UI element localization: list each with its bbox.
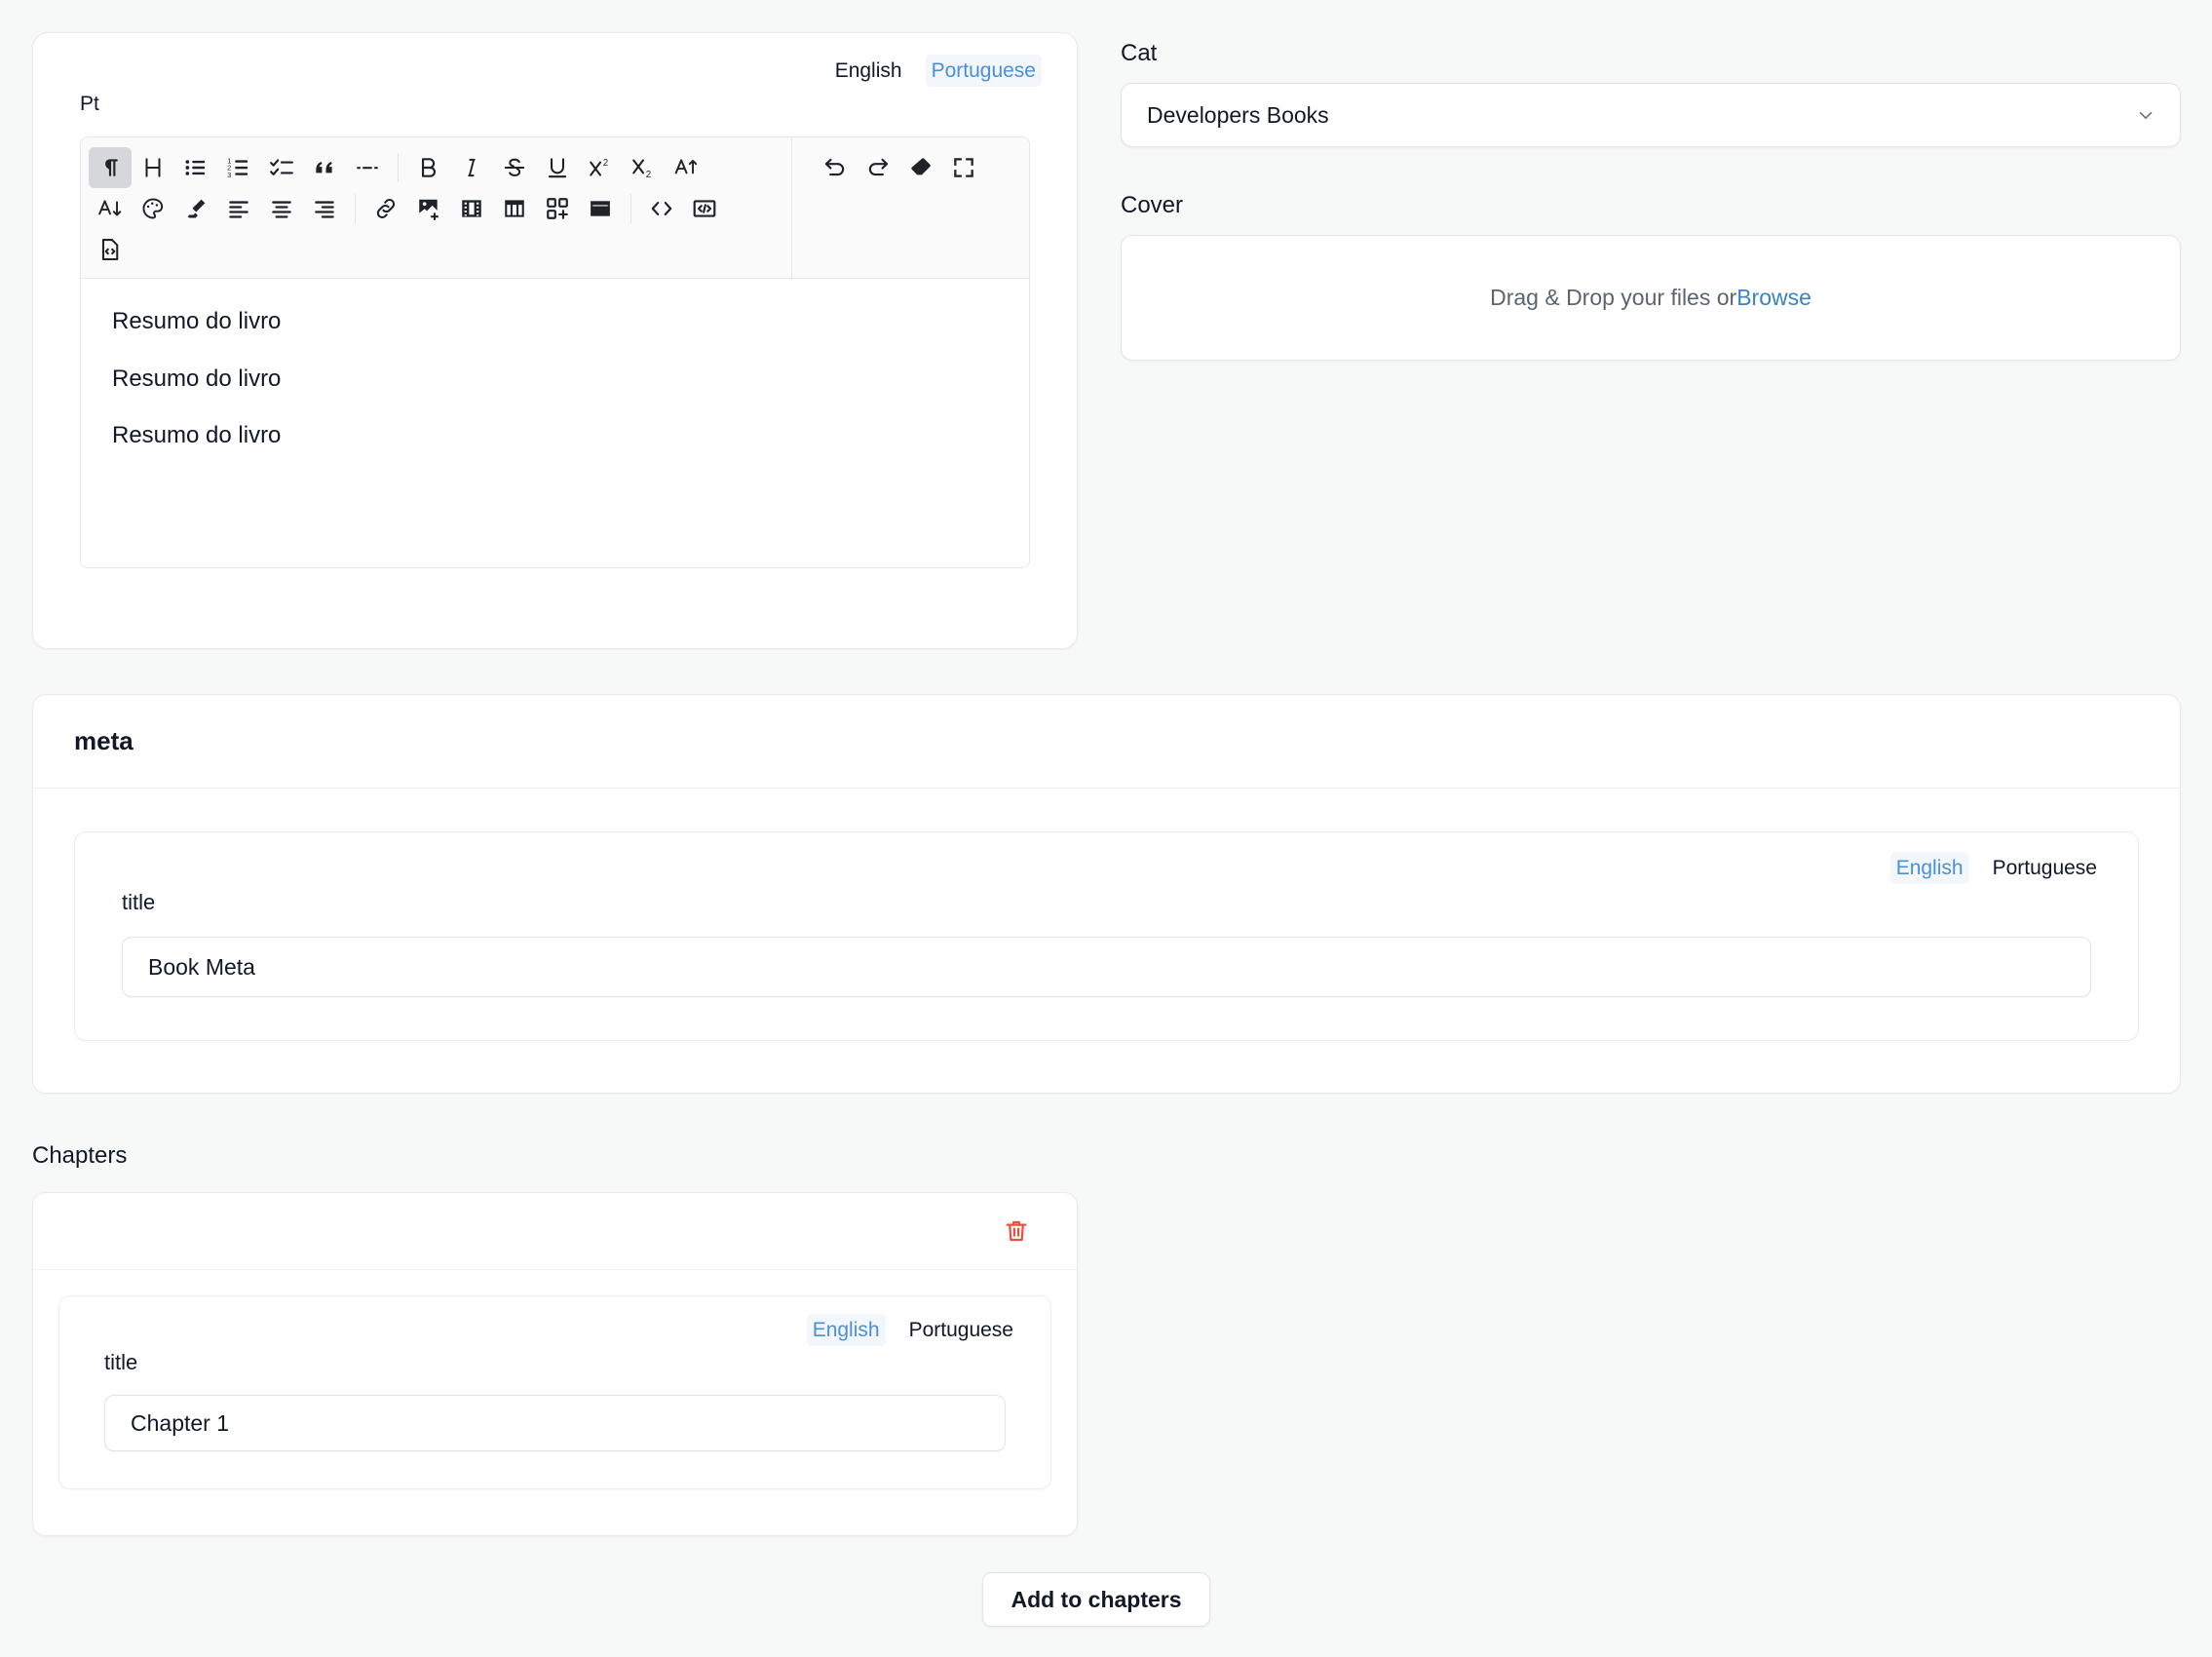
- sidebar-fields: Cat Developers Books Cover Drag & Drop y…: [1121, 32, 2181, 361]
- editor-content-area[interactable]: Resumo do livro Resumo do livro Resumo d…: [81, 279, 1029, 568]
- editor-toolbar-main-group: 123 2 2: [81, 137, 792, 279]
- summary-lang-tab-english[interactable]: English: [829, 55, 908, 87]
- strikethrough-icon[interactable]: [493, 147, 536, 188]
- bullet-list-icon[interactable]: [174, 147, 217, 188]
- meta-lang-tab-english[interactable]: English: [1889, 852, 1969, 885]
- meta-section-card: meta English Portuguese title Book Meta: [32, 694, 2181, 1094]
- meta-section-header: meta: [33, 695, 2180, 789]
- italic-icon[interactable]: [450, 147, 493, 188]
- meta-field-group: English Portuguese title Book Meta: [74, 831, 2139, 1042]
- meta-section-title: meta: [74, 726, 133, 755]
- paragraph-icon[interactable]: [89, 147, 132, 189]
- chapter-lang-tab-english[interactable]: English: [806, 1314, 886, 1347]
- bold-icon[interactable]: [407, 147, 450, 188]
- chapters-section-label: Chapters: [32, 1142, 128, 1169]
- link-icon[interactable]: [364, 188, 407, 229]
- cover-label: Cover: [1121, 192, 1184, 218]
- summary-field-label: Pt: [80, 93, 99, 116]
- chapter-card: English Portuguese title Chapter 1: [32, 1192, 1078, 1536]
- chapter-lang-tab-portuguese[interactable]: Portuguese: [903, 1314, 1019, 1346]
- align-right-icon[interactable]: [303, 188, 346, 229]
- cat-select[interactable]: Developers Books: [1121, 83, 2181, 147]
- eraser-icon[interactable]: [899, 147, 942, 188]
- subscript-icon[interactable]: 2: [622, 147, 665, 188]
- color-palette-icon[interactable]: [132, 188, 174, 229]
- image-icon[interactable]: [407, 188, 450, 229]
- inline-code-icon[interactable]: [640, 188, 683, 229]
- chapter-title-input[interactable]: Chapter 1: [104, 1395, 1006, 1452]
- redo-icon[interactable]: [857, 147, 899, 188]
- trash-icon[interactable]: [997, 1212, 1036, 1251]
- cat-label: Cat: [1121, 40, 1158, 66]
- video-icon[interactable]: [450, 188, 493, 229]
- editor-paragraph: Resumo do livro: [112, 308, 282, 335]
- source-document-icon[interactable]: [89, 229, 132, 270]
- chapter-language-tabs: English Portuguese: [59, 1296, 1050, 1347]
- ordered-list-icon[interactable]: 123: [217, 147, 260, 188]
- meta-title-label: title: [122, 890, 156, 915]
- cat-select-value: Developers Books: [1147, 101, 1329, 128]
- page-root: English Portuguese Pt 1 2 3 2 2 Resumo d…: [0, 0, 2212, 1657]
- editor-paragraph: Resumo do livro: [112, 365, 282, 392]
- chapter-field-group: English Portuguese title Chapter 1: [58, 1295, 1051, 1490]
- meta-language-tabs: English Portuguese: [75, 832, 2138, 885]
- heading-icon[interactable]: [132, 147, 174, 188]
- superscript-icon[interactable]: 2: [579, 147, 622, 188]
- toolbar-separator: [630, 194, 631, 224]
- toolbar-separator: [355, 194, 356, 224]
- summary-language-tabs: English Portuguese: [33, 33, 1077, 88]
- editor-toolbar-history-group: [792, 137, 1029, 278]
- underline-icon[interactable]: [536, 147, 579, 188]
- text-case-icon[interactable]: [665, 147, 707, 188]
- rich-text-editor: 123 2 2 Resumo do livro Resumo do livro …: [80, 136, 1030, 569]
- cover-dropzone[interactable]: Drag & Drop your files or Browse: [1121, 235, 2181, 361]
- card-icon[interactable]: [579, 188, 622, 229]
- meta-lang-tab-portuguese[interactable]: Portuguese: [1987, 852, 2103, 884]
- top-row: English Portuguese Pt 1 2 3 2 2 Resumo d…: [32, 32, 2181, 649]
- toolbar-separator: [398, 153, 399, 183]
- widget-icon[interactable]: [536, 188, 579, 229]
- font-size-icon[interactable]: [89, 188, 132, 229]
- blockquote-icon[interactable]: [303, 147, 346, 188]
- highlighter-icon[interactable]: [174, 188, 217, 229]
- summary-lang-tab-portuguese[interactable]: Portuguese: [925, 55, 1042, 88]
- meta-title-input[interactable]: Book Meta: [122, 937, 2091, 998]
- align-left-icon[interactable]: [217, 188, 260, 229]
- svg-text:3: 3: [227, 171, 231, 179]
- chapter-card-header: [33, 1193, 1077, 1270]
- editor-paragraph: Resumo do livro: [112, 422, 282, 449]
- table-icon[interactable]: [493, 188, 536, 229]
- browse-link[interactable]: Browse: [1736, 285, 1812, 311]
- summary-editor-card: English Portuguese Pt 1 2 3 2 2 Resumo d…: [32, 32, 1078, 649]
- editor-toolbar: 123 2 2: [81, 137, 1029, 280]
- task-list-icon[interactable]: [260, 147, 303, 188]
- align-center-icon[interactable]: [260, 188, 303, 229]
- horizontal-rule-icon[interactable]: [346, 147, 389, 188]
- svg-text:2: 2: [646, 170, 651, 180]
- add-to-chapters-button[interactable]: Add to chapters: [982, 1572, 1210, 1627]
- dropzone-instruction: Drag & Drop your files or: [1490, 285, 1737, 310]
- svg-text:2: 2: [603, 158, 608, 169]
- fullscreen-icon[interactable]: [942, 147, 985, 188]
- chapter-title-label: title: [104, 1350, 138, 1375]
- chevron-down-icon: [2135, 104, 2156, 126]
- code-block-icon[interactable]: [683, 188, 726, 229]
- undo-icon[interactable]: [814, 147, 857, 188]
